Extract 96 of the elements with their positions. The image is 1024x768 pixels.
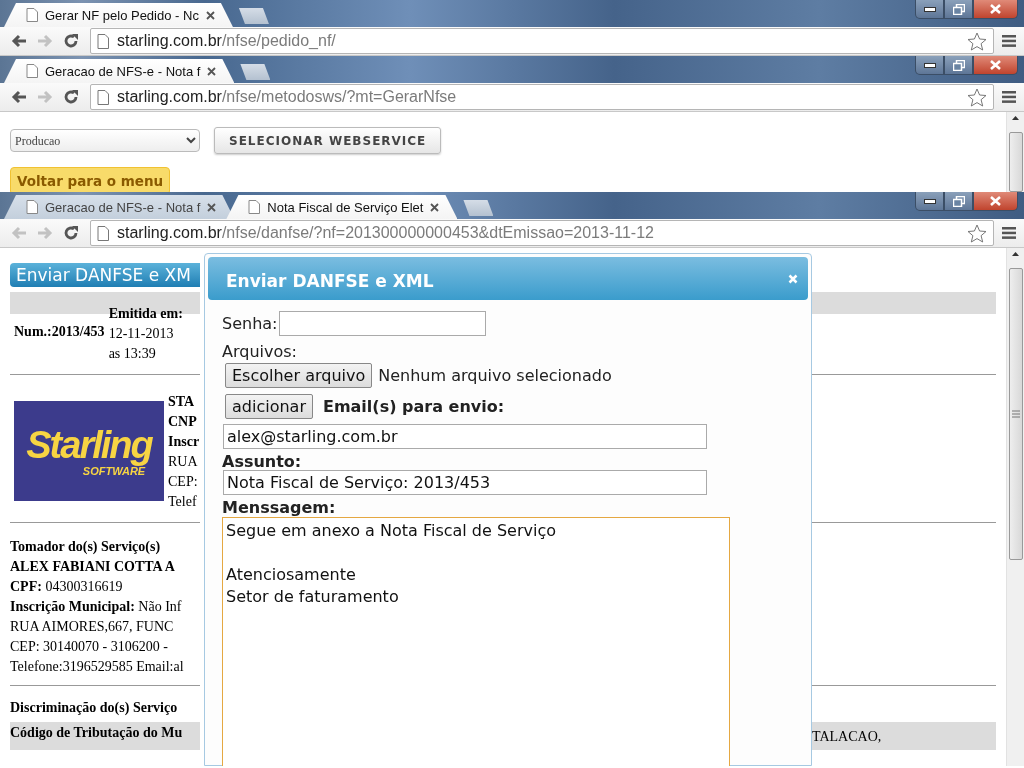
message-field[interactable]: Segue em anexo a Nota Fiscal de Serviço Atenciosamente Setor de faturamento [222,517,730,766]
restore-button[interactable] [944,0,973,19]
customer-line: Inscrição Municipal: Não Inf [10,598,183,616]
scrollbar[interactable] [1006,112,1024,192]
issued-time: as 13:39 [108,345,157,363]
scrollbar-thumb[interactable] [1008,268,1023,560]
menu-icon[interactable] [1002,91,1016,103]
new-tab-button[interactable] [463,200,494,216]
files-label: Arquivos: [222,342,297,361]
issued-label: Emitida em: [108,305,183,323]
customer-line: CPF: 04300316619 [10,578,124,596]
minimize-button[interactable] [915,192,944,211]
customer-line: CEP: 30140070 - 3106200 - [10,638,169,656]
customer-line: Tomador do(s) Serviço(s) [10,538,162,556]
close-icon[interactable] [207,202,217,212]
customer-line: RUA AIMORES,667, FUNC [10,618,175,636]
star-icon[interactable] [967,31,987,51]
url-text: starling.com.br/nfse/danfse/?nf=201300000000453&dtEmissao=2013-11-12 [117,224,655,242]
browser-tab[interactable]: Gerar NF pelo Pedido - Nc [4,3,233,27]
dialog-title: Enviar DANFSE e XML [226,270,434,291]
subject-label: Assunto: [222,452,302,471]
password-field[interactable] [279,311,487,336]
menu-icon[interactable] [1002,227,1016,239]
customer-line: ALEX FABIANI COTTA A [10,558,176,576]
section-header: Enviar DANFSE e XM [10,263,200,287]
browser-tab[interactable]: Geracao de NFS-e - Nota f [4,59,235,83]
provider-line: STA [168,393,196,411]
close-icon [989,196,1002,206]
email-field[interactable]: alex@starling.com.br [223,424,707,449]
reload-icon[interactable] [63,225,79,241]
select-webservice-button[interactable]: SELECIONAR WEBSERVICE [214,127,442,154]
restore-icon [952,195,965,207]
page-icon [26,64,38,78]
customer-line: Telefone:3196529585 Email:al [10,658,185,676]
provider-line: CEP: [168,473,199,491]
new-tab-button[interactable] [238,8,269,24]
file-status: Nenhum arquivo selecionado [378,366,612,385]
invoice-number: Num.:2013/453 [13,324,106,340]
page-icon [248,200,261,214]
scrollbar[interactable] [1006,248,1024,766]
logo-tagline: SOFTWARE [82,465,146,477]
address-bar[interactable]: starling.com.br/nfse/pedido_nf/ [90,28,994,54]
address-bar[interactable]: starling.com.br/nfse/danfse/?nf=201300000000453&dtEmissao=2013-11-12 [90,220,994,246]
minimize-icon [923,62,936,68]
url-text: starling.com.br/nfse/metodosws/?mt=GerarNfse [117,88,458,106]
choose-file-button[interactable]: Escolher arquivo [225,363,373,388]
close-button[interactable] [973,192,1018,211]
reload-icon[interactable] [63,33,79,49]
close-icon [989,4,1002,14]
provider-line: CNP [168,413,198,431]
star-icon[interactable] [967,87,987,107]
minimize-icon [923,198,936,204]
close-button[interactable] [973,0,1018,19]
services-heading: Discriminação do(s) Serviço [10,700,178,715]
minimize-icon [923,6,936,12]
close-icon[interactable] [207,66,217,76]
menu-icon[interactable] [1002,35,1016,47]
issued-date: 12-11-2013 [108,325,175,343]
restore-button[interactable] [944,56,973,75]
environment-dropdown[interactable]: Producao [10,129,200,152]
page-icon [26,8,38,22]
back-icon[interactable] [11,34,27,48]
page-icon [26,200,38,214]
close-icon[interactable] [430,202,440,212]
back-to-menu-button[interactable]: Voltar para o menu [10,167,171,192]
page-icon [97,225,109,241]
grip-icon [1011,410,1020,418]
minimize-button[interactable] [915,56,944,75]
close-button[interactable] [973,56,1018,75]
star-icon[interactable] [967,223,987,243]
table-cell: Código de Tributação do Mu [10,725,183,740]
reload-icon[interactable] [63,89,79,105]
message-label: Menssagem: [222,498,336,517]
scrollbar-thumb[interactable] [1008,132,1023,192]
password-label: Senha: [222,314,278,333]
new-tab-button[interactable] [240,64,271,80]
subject-field[interactable]: Nota Fiscal de Serviço: 2013/453 [223,470,707,495]
close-icon [989,60,1002,70]
browser-tab[interactable]: Nota Fiscal de Serviço Elet [226,195,458,219]
restore-icon [952,59,965,71]
provider-line: Inscr [168,433,200,451]
page-icon [97,89,109,105]
address-bar[interactable]: starling.com.br/nfse/metodosws/?mt=GerarNfse [90,84,994,110]
add-button[interactable]: adicionar [225,394,313,419]
table-cell: TALACAO, [812,729,882,744]
provider-line: RUA [168,453,199,471]
close-icon[interactable] [205,10,215,20]
restore-button[interactable] [944,192,973,211]
emails-label: Email(s) para envio: [322,397,505,416]
url-text: starling.com.br/nfse/pedido_nf/ [117,32,337,50]
provider-line: Telef [168,493,198,511]
back-icon[interactable] [11,90,27,104]
logo-wordmark: Starling [26,425,152,465]
minimize-button[interactable] [915,0,944,19]
restore-icon [952,3,965,15]
page-icon [97,33,109,49]
